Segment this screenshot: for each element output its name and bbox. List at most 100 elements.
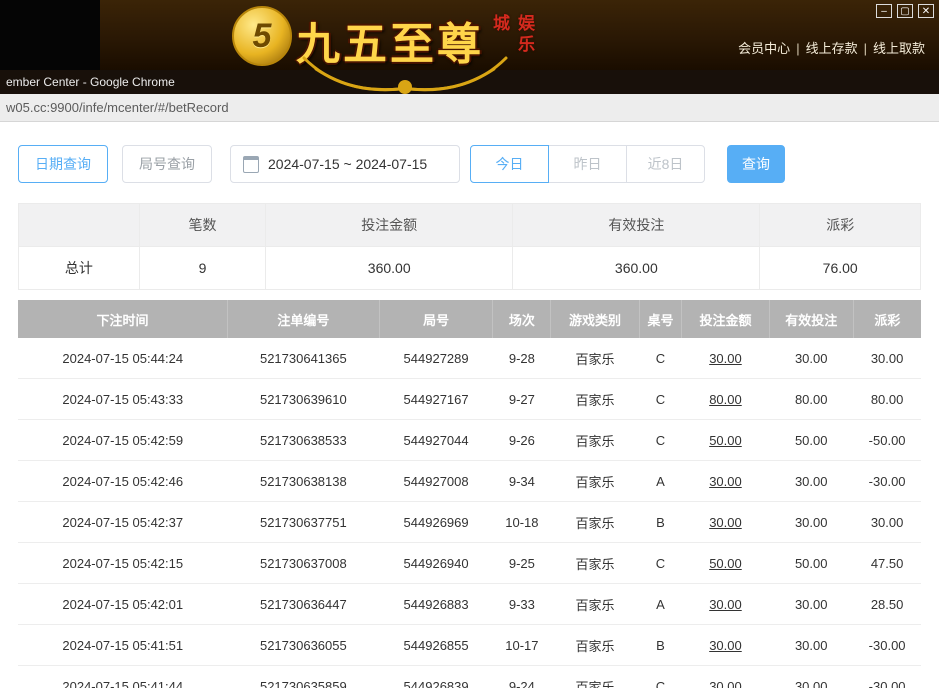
- record-cell: 30.00: [769, 461, 853, 502]
- records-header-cell: 桌号: [639, 300, 681, 338]
- record-cell: 百家乐: [551, 420, 639, 461]
- records-table: 下注时间注单编号局号场次游戏类别桌号投注金额有效投注派彩2024-07-15 0…: [18, 300, 921, 688]
- quick-filter-button-0[interactable]: 今日: [470, 145, 549, 183]
- records-header-cell: 场次: [493, 300, 551, 338]
- summary-header-cell: [19, 204, 140, 247]
- bet-amount-link[interactable]: 30.00: [682, 461, 770, 502]
- table-row: 2024-07-15 05:41:51521730636055544926855…: [18, 625, 921, 666]
- record-cell: -30.00: [853, 666, 921, 688]
- record-cell: B: [639, 502, 681, 543]
- record-cell: 521730638138: [228, 461, 380, 502]
- screen: 5 九五至尊 娱乐城 会员中心|线上存款|线上取款 ember Center -…: [0, 0, 939, 688]
- nav-separator: |: [864, 41, 867, 56]
- record-cell: 521730638533: [228, 420, 380, 461]
- record-cell: 28.50: [853, 584, 921, 625]
- table-row: 2024-07-15 05:42:01521730636447544926883…: [18, 584, 921, 625]
- record-cell: 百家乐: [551, 543, 639, 584]
- bet-amount-link[interactable]: 50.00: [682, 543, 770, 584]
- bet-record-page: 日期查询 局号查询 2024-07-15 ~ 2024-07-15 今日昨日近8…: [0, 122, 939, 688]
- record-cell: 百家乐: [551, 461, 639, 502]
- record-cell: 30.00: [769, 625, 853, 666]
- record-cell: 521730641365: [228, 338, 380, 379]
- record-cell: 10-18: [493, 502, 551, 543]
- table-row: 2024-07-15 05:42:46521730638138544927008…: [18, 461, 921, 502]
- nav-separator: |: [796, 41, 799, 56]
- bet-amount-link[interactable]: 30.00: [682, 625, 770, 666]
- window-title: ember Center - Google Chrome: [6, 70, 175, 94]
- browser-titlebar[interactable]: ember Center - Google Chrome: [0, 70, 939, 94]
- record-cell: 544926855: [379, 625, 493, 666]
- record-cell: C: [639, 379, 681, 420]
- record-cell: 521730637008: [228, 543, 380, 584]
- record-cell: 9-25: [493, 543, 551, 584]
- record-cell: 百家乐: [551, 502, 639, 543]
- records-header-cell: 注单编号: [228, 300, 380, 338]
- summary-header-cell: 有效投注: [513, 204, 760, 247]
- summary-cell: 76.00: [760, 247, 921, 290]
- table-row: 2024-07-15 05:42:37521730637751544926969…: [18, 502, 921, 543]
- record-cell: 2024-07-15 05:41:44: [18, 666, 228, 688]
- record-cell: 百家乐: [551, 625, 639, 666]
- filter-row: 日期查询 局号查询 2024-07-15 ~ 2024-07-15 今日昨日近8…: [18, 145, 921, 183]
- maximize-button[interactable]: ▢: [897, 4, 913, 18]
- summary-cell: 360.00: [266, 247, 513, 290]
- bet-amount-link[interactable]: 30.00: [682, 502, 770, 543]
- table-row: 2024-07-15 05:42:59521730638533544927044…: [18, 420, 921, 461]
- record-cell: 521730635859: [228, 666, 380, 688]
- date-query-button[interactable]: 日期查询: [18, 145, 108, 183]
- summary-table: 笔数投注金额有效投注派彩总计9360.00360.0076.00: [18, 203, 921, 290]
- records-header-cell: 投注金额: [682, 300, 770, 338]
- minimize-button[interactable]: –: [876, 4, 892, 18]
- summary-header-cell: 投注金额: [266, 204, 513, 247]
- bet-amount-link[interactable]: 30.00: [682, 584, 770, 625]
- round-query-button[interactable]: 局号查询: [122, 145, 212, 183]
- record-cell: 2024-07-15 05:43:33: [18, 379, 228, 420]
- record-cell: 2024-07-15 05:42:37: [18, 502, 228, 543]
- record-cell: 30.00: [769, 338, 853, 379]
- record-cell: 47.50: [853, 543, 921, 584]
- record-cell: C: [639, 666, 681, 688]
- record-cell: 30.00: [853, 338, 921, 379]
- record-cell: 9-24: [493, 666, 551, 688]
- search-button[interactable]: 查询: [727, 145, 785, 183]
- record-cell: 9-26: [493, 420, 551, 461]
- date-range-input[interactable]: 2024-07-15 ~ 2024-07-15: [230, 145, 460, 183]
- banner-nav-item[interactable]: 会员中心: [738, 41, 790, 56]
- record-cell: 百家乐: [551, 379, 639, 420]
- banner-black-block: [0, 0, 100, 70]
- summary-total-row: 总计9360.00360.0076.00: [19, 247, 921, 290]
- record-cell: 2024-07-15 05:42:15: [18, 543, 228, 584]
- records-header-cell: 局号: [379, 300, 493, 338]
- record-cell: 50.00: [769, 543, 853, 584]
- summary-cell: 9: [139, 247, 265, 290]
- record-cell: -50.00: [853, 420, 921, 461]
- close-button[interactable]: ✕: [918, 4, 934, 18]
- record-cell: 544926940: [379, 543, 493, 584]
- record-cell: B: [639, 625, 681, 666]
- summary-cell: 360.00: [513, 247, 760, 290]
- record-cell: A: [639, 584, 681, 625]
- record-cell: C: [639, 420, 681, 461]
- site-logo-icon: 5: [232, 6, 292, 66]
- record-cell: 百家乐: [551, 666, 639, 688]
- record-cell: -30.00: [853, 461, 921, 502]
- bet-amount-link[interactable]: 50.00: [682, 420, 770, 461]
- quick-filter-button-2[interactable]: 近8日: [626, 145, 705, 183]
- bet-amount-link[interactable]: 30.00: [682, 666, 770, 688]
- banner-nav-item[interactable]: 线上存款: [806, 41, 858, 56]
- table-row: 2024-07-15 05:43:33521730639610544927167…: [18, 379, 921, 420]
- bet-amount-link[interactable]: 30.00: [682, 338, 770, 379]
- record-cell: 2024-07-15 05:42:46: [18, 461, 228, 502]
- banner-nav-item[interactable]: 线上取款: [873, 41, 925, 56]
- record-cell: 2024-07-15 05:42:01: [18, 584, 228, 625]
- browser-urlbar[interactable]: w05.cc:9900/infe/mcenter/#/betRecord: [0, 94, 939, 122]
- bet-amount-link[interactable]: 80.00: [682, 379, 770, 420]
- banner-nav: 会员中心 | 线上存款 | 线上取款: [732, 38, 931, 57]
- record-cell: 2024-07-15 05:41:51: [18, 625, 228, 666]
- quick-filter-button-1[interactable]: 昨日: [548, 145, 627, 183]
- record-cell: 544927008: [379, 461, 493, 502]
- site-banner: 5 九五至尊 娱乐城 会员中心|线上存款|线上取款: [0, 0, 939, 70]
- record-cell: A: [639, 461, 681, 502]
- record-cell: 百家乐: [551, 584, 639, 625]
- record-cell: 544927167: [379, 379, 493, 420]
